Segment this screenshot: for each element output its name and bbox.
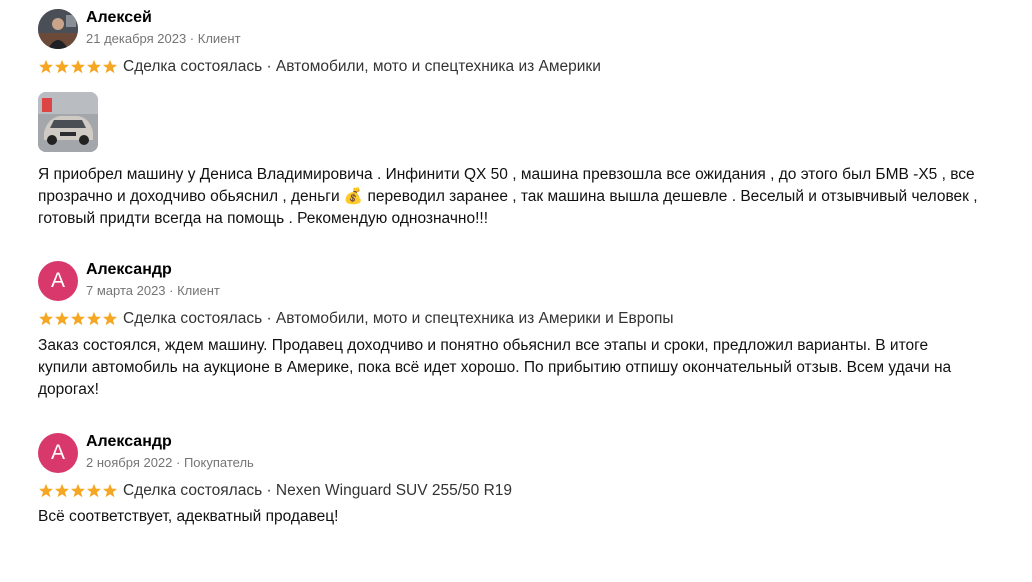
star-icon bbox=[71, 59, 85, 74]
rating-line: Сделка состоялась · Nexen Winguard SUV 2… bbox=[38, 481, 978, 501]
star-icon bbox=[39, 311, 53, 326]
reviewer-name[interactable]: Александр bbox=[86, 261, 172, 279]
star-icon bbox=[71, 483, 85, 498]
star-icon bbox=[71, 311, 85, 326]
review-header: Алексей 21 декабря 2023 · Клиент bbox=[38, 9, 978, 49]
deal-info: Сделка состоялась · Автомобили, мото и с… bbox=[123, 310, 674, 327]
avatar[interactable] bbox=[38, 9, 78, 49]
car-photo-icon bbox=[38, 92, 98, 152]
deal-info: Сделка состоялась · Nexen Winguard SUV 2… bbox=[123, 482, 513, 499]
review-meta: 2 ноября 2022 · Покупатель bbox=[86, 455, 254, 470]
review-item: А Александр 7 марта 2023 · Клиент Сделка… bbox=[38, 261, 978, 401]
avatar[interactable]: А bbox=[38, 261, 78, 301]
review-item: А Александр 2 ноября 2022 · Покупатель С… bbox=[38, 433, 978, 528]
star-icon bbox=[103, 311, 117, 326]
review-header: А Александр 7 марта 2023 · Клиент bbox=[38, 261, 978, 301]
star-icon bbox=[103, 483, 117, 498]
reviewer-name[interactable]: Александр bbox=[86, 433, 172, 451]
star-icon bbox=[103, 59, 117, 74]
deal-info: Сделка состоялась · Автомобили, мото и с… bbox=[123, 58, 601, 75]
review-meta: 21 декабря 2023 · Клиент bbox=[86, 31, 241, 46]
rating-stars bbox=[38, 483, 118, 499]
review-item: Алексей 21 декабря 2023 · Клиент Сделка … bbox=[38, 9, 978, 230]
star-icon bbox=[87, 483, 101, 498]
reviewer-name[interactable]: Алексей bbox=[86, 9, 152, 27]
star-icon bbox=[55, 311, 69, 326]
rating-line: Сделка состоялась · Автомобили, мото и с… bbox=[38, 57, 978, 77]
star-icon bbox=[39, 59, 53, 74]
user-photo-icon bbox=[38, 9, 78, 49]
avatar[interactable]: А bbox=[38, 433, 78, 473]
review-text: Я приобрел машину у Дениса Владимировича… bbox=[38, 166, 978, 227]
review-meta: 7 марта 2023 · Клиент bbox=[86, 283, 220, 298]
star-icon bbox=[55, 59, 69, 74]
review-header: А Александр 2 ноября 2022 · Покупатель bbox=[38, 433, 978, 473]
star-icon bbox=[55, 483, 69, 498]
review-text: Заказ состоялся, ждем машину. Продавец д… bbox=[38, 337, 952, 398]
rating-stars bbox=[38, 311, 118, 327]
star-icon bbox=[87, 59, 101, 74]
star-icon bbox=[87, 311, 101, 326]
review-text: Всё соответствует, адекватный продавец! bbox=[38, 508, 339, 525]
rating-stars bbox=[38, 59, 118, 75]
review-photo-thumbnail[interactable] bbox=[38, 92, 98, 152]
rating-line: Сделка состоялась · Автомобили, мото и с… bbox=[38, 309, 978, 329]
star-icon bbox=[39, 483, 53, 498]
